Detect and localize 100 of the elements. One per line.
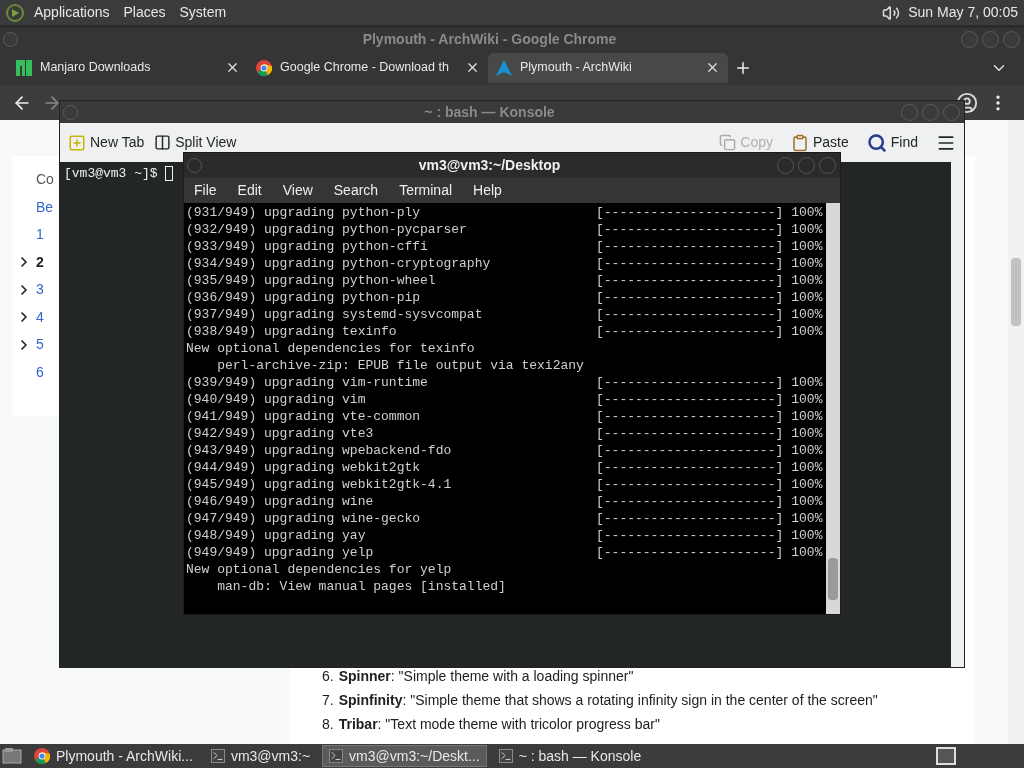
terminal-line: (940/949) upgrading vim: [186, 390, 367, 409]
close-tab-icon[interactable]: [705, 60, 720, 75]
contents-heading: Co: [36, 170, 54, 190]
terminal-line: (935/949) upgrading python-wheel: [186, 271, 437, 290]
progress-text: [----------------------]: [596, 526, 784, 545]
panel-clock[interactable]: Sun May 7, 00:05: [908, 2, 1018, 23]
contents-link[interactable]: 4: [36, 306, 44, 328]
percent-text: 100%: [791, 373, 823, 392]
menu-item[interactable]: Search: [333, 180, 379, 201]
contents-link[interactable]: Be: [36, 196, 54, 218]
progress-text: [----------------------]: [596, 288, 784, 307]
toolbar-button[interactable]: New Tab: [68, 132, 145, 153]
taskbar-item[interactable]: vm3@vm3:~/Deskt...: [322, 745, 487, 767]
percent-text: 100%: [791, 509, 823, 528]
progress-text: [----------------------]: [596, 203, 784, 222]
menu-item[interactable]: View: [282, 180, 313, 201]
taskbar-item[interactable]: Plymouth - ArchWiki...: [28, 745, 199, 767]
browser-tab[interactable]: Manjaro Downloads: [8, 52, 248, 83]
percent-text: 100%: [791, 526, 823, 545]
contents-link[interactable]: 5: [36, 334, 44, 356]
taskbar-item[interactable]: vm3@vm3:~: [204, 745, 317, 767]
taskbar-label: Plymouth - ArchWiki...: [56, 746, 193, 766]
terminal-line: New optional dependencies for yelp: [186, 560, 453, 579]
contents-link[interactable]: 6: [36, 361, 44, 383]
show-desktop-icon[interactable]: [2, 747, 22, 765]
terminal-line: man-db: View manual pages [installed]: [216, 577, 507, 596]
progress-text: [----------------------]: [596, 475, 784, 494]
percent-text: 100%: [791, 254, 823, 273]
percent-text: 100%: [791, 543, 823, 562]
terminal-line: (945/949) upgrading webkit2gtk-4.1: [186, 475, 453, 494]
percent-text: 100%: [791, 305, 823, 324]
menu-item[interactable]: File: [194, 180, 217, 201]
toolbar-button[interactable]: Split View: [154, 132, 237, 153]
percent-text: 100%: [791, 458, 823, 477]
window-title: vm3@vm3:~/Desktop: [418, 156, 561, 175]
progress-text: [----------------------]: [596, 373, 784, 392]
text-cursor: [165, 166, 174, 182]
list-number: 6.: [322, 666, 334, 686]
volume-icon[interactable]: [882, 3, 901, 22]
progress-text: [----------------------]: [596, 390, 784, 409]
terminal-line: (948/949) upgrading yay: [186, 526, 367, 545]
panel-menu[interactable]: Applications: [34, 2, 110, 23]
progress-text: [----------------------]: [596, 441, 784, 460]
terminal-line: (949/949) upgrading yelp: [186, 543, 375, 562]
list-item-text: Spinfinity: "Simple theme that shows a rotating infinity sign in the center of the screen": [338, 690, 878, 710]
percent-text: 100%: [791, 237, 823, 256]
konsole-scrollbar[interactable]: [951, 162, 964, 667]
terminal-line: perl-archive-zip: EPUB file output via texi2any: [216, 356, 585, 375]
progress-text: [----------------------]: [596, 305, 784, 324]
percent-text: 100%: [791, 288, 823, 307]
percent-text: 100%: [791, 441, 823, 460]
terminal-line: (943/949) upgrading wpebackend-fdo: [186, 441, 453, 460]
contents-link[interactable]: 1: [36, 224, 44, 246]
page-scrollbar[interactable]: [1008, 120, 1024, 744]
distro-logo-icon[interactable]: [6, 3, 24, 22]
copy-icon: [719, 134, 737, 151]
window-title: Plymouth - ArchWiki - Google Chrome: [362, 29, 617, 49]
menu-item[interactable]: Terminal: [399, 180, 453, 201]
menu-item[interactable]: Help: [473, 180, 502, 201]
chrome-logo-icon: [256, 59, 272, 76]
terminal-line: (932/949) upgrading python-pycparser: [186, 220, 468, 239]
terminal-line: (934/949) upgrading python-cryptography: [186, 254, 492, 273]
progress-text: [----------------------]: [596, 254, 784, 273]
close-tab-icon[interactable]: [225, 60, 240, 75]
progress-text: [----------------------]: [596, 407, 784, 426]
progress-text: [----------------------]: [596, 492, 784, 511]
terminal-line: (939/949) upgrading vim-runtime: [186, 373, 429, 392]
panel-menu[interactable]: Places: [123, 2, 166, 23]
percent-text: 100%: [791, 390, 823, 409]
search-icon: [866, 132, 887, 153]
tab-title: Manjaro Downloads: [40, 59, 152, 77]
percent-text: 100%: [791, 203, 823, 222]
progress-text: [----------------------]: [596, 322, 784, 341]
scrollbar-thumb[interactable]: [828, 558, 838, 600]
terminal-line: New optional dependencies for texinfo: [186, 339, 476, 358]
terminal-line: (944/949) upgrading webkit2gtk: [186, 458, 422, 477]
workspace-switcher[interactable]: [936, 747, 956, 765]
arch-logo-icon: [496, 59, 512, 76]
browser-tab[interactable]: Plymouth - ArchWiki: [488, 52, 728, 83]
panel-menu[interactable]: System: [179, 2, 227, 23]
browser-tab[interactable]: Google Chrome - Download th: [248, 52, 488, 83]
terminal-scrollbar[interactable]: [826, 203, 840, 614]
terminal-line: (936/949) upgrading python-pip: [186, 288, 422, 307]
menu-item[interactable]: Edit: [237, 180, 262, 201]
tab-title: Plymouth - ArchWiki: [520, 59, 633, 77]
percent-text: 100%: [791, 271, 823, 290]
contents-link[interactable]: 3: [36, 279, 44, 301]
progress-text: [----------------------]: [596, 458, 784, 477]
percent-text: 100%: [791, 220, 823, 239]
taskbar-item[interactable]: ~ : bash — Konsole: [492, 745, 648, 767]
scrollbar-thumb[interactable]: [1011, 258, 1021, 326]
terminal-line: (937/949) upgrading systemd-sysvcompat: [186, 305, 484, 324]
progress-text: [----------------------]: [596, 237, 784, 256]
percent-text: 100%: [791, 322, 823, 341]
terminal-icon: [210, 749, 225, 763]
terminal-icon: [498, 749, 513, 763]
toolbar-button[interactable]: Find: [866, 132, 918, 153]
close-tab-icon[interactable]: [465, 60, 480, 75]
progress-text: [----------------------]: [596, 271, 784, 290]
contents-link[interactable]: 2: [36, 251, 44, 273]
